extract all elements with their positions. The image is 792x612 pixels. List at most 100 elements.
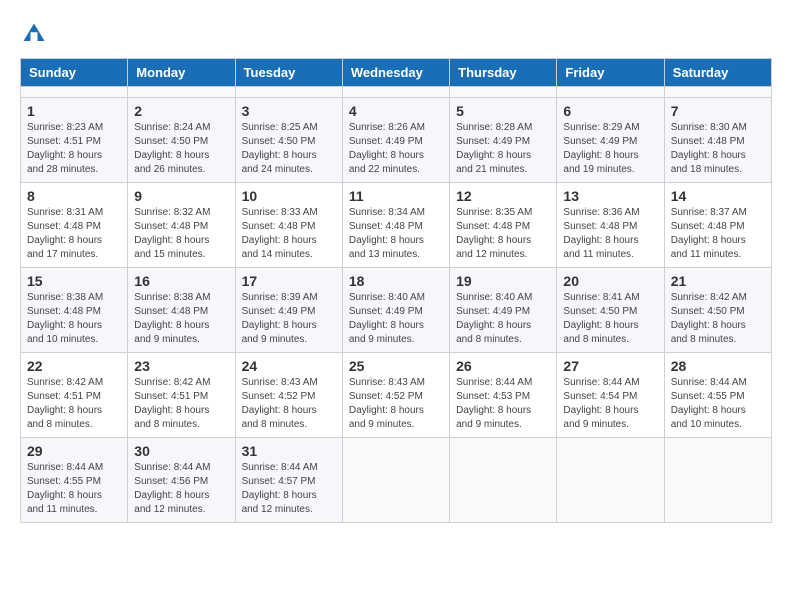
day-info: Sunrise: 8:36 AM Sunset: 4:48 PM Dayligh…	[563, 206, 657, 262]
calendar-cell	[235, 87, 342, 98]
calendar-cell	[557, 438, 664, 523]
day-info: Sunrise: 8:31 AM Sunset: 4:48 PM Dayligh…	[27, 206, 121, 262]
day-info: Sunrise: 8:24 AM Sunset: 4:50 PM Dayligh…	[134, 121, 228, 177]
day-of-week-header: Saturday	[664, 59, 771, 87]
calendar-week-row: 29 Sunrise: 8:44 AM Sunset: 4:55 PM Dayli…	[21, 438, 772, 523]
calendar-cell: 21 Sunrise: 8:42 AM Sunset: 4:50 PM Dayli…	[664, 268, 771, 353]
day-info: Sunrise: 8:40 AM Sunset: 4:49 PM Dayligh…	[349, 291, 443, 347]
calendar-cell	[342, 87, 449, 98]
calendar-cell	[664, 87, 771, 98]
calendar-cell: 15 Sunrise: 8:38 AM Sunset: 4:48 PM Dayli…	[21, 268, 128, 353]
calendar-cell: 29 Sunrise: 8:44 AM Sunset: 4:55 PM Dayli…	[21, 438, 128, 523]
day-info: Sunrise: 8:43 AM Sunset: 4:52 PM Dayligh…	[349, 376, 443, 432]
day-info: Sunrise: 8:37 AM Sunset: 4:48 PM Dayligh…	[671, 206, 765, 262]
day-info: Sunrise: 8:44 AM Sunset: 4:56 PM Dayligh…	[134, 461, 228, 517]
calendar-cell: 22 Sunrise: 8:42 AM Sunset: 4:51 PM Dayli…	[21, 353, 128, 438]
calendar-cell: 24Sunrise: 8:43 AM Sunset: 4:52 PM Dayli…	[235, 353, 342, 438]
calendar-cell: 25Sunrise: 8:43 AM Sunset: 4:52 PM Dayli…	[342, 353, 449, 438]
day-info: Sunrise: 8:38 AM Sunset: 4:48 PM Dayligh…	[27, 291, 121, 347]
calendar-cell: 2 Sunrise: 8:24 AM Sunset: 4:50 PM Daylig…	[128, 98, 235, 183]
calendar-week-row: 8 Sunrise: 8:31 AM Sunset: 4:48 PM Daylig…	[21, 183, 772, 268]
calendar-cell: 23Sunrise: 8:42 AM Sunset: 4:51 PM Dayli…	[128, 353, 235, 438]
day-number: 15	[27, 273, 121, 289]
day-info: Sunrise: 8:44 AM Sunset: 4:54 PM Dayligh…	[563, 376, 657, 432]
calendar-cell: 28 Sunrise: 8:44 AM Sunset: 4:55 PM Dayli…	[664, 353, 771, 438]
day-number: 10	[242, 188, 336, 204]
day-number: 27	[563, 358, 657, 374]
day-info: Sunrise: 8:32 AM Sunset: 4:48 PM Dayligh…	[134, 206, 228, 262]
day-info: Sunrise: 8:35 AM Sunset: 4:48 PM Dayligh…	[456, 206, 550, 262]
day-info: Sunrise: 8:33 AM Sunset: 4:48 PM Dayligh…	[242, 206, 336, 262]
day-number: 8	[27, 188, 121, 204]
day-number: 22	[27, 358, 121, 374]
day-info: Sunrise: 8:40 AM Sunset: 4:49 PM Dayligh…	[456, 291, 550, 347]
calendar-cell: 7Sunrise: 8:30 AM Sunset: 4:48 PM Daylig…	[664, 98, 771, 183]
day-info: Sunrise: 8:44 AM Sunset: 4:55 PM Dayligh…	[671, 376, 765, 432]
day-number: 6	[563, 103, 657, 119]
calendar-week-row: 15 Sunrise: 8:38 AM Sunset: 4:48 PM Dayli…	[21, 268, 772, 353]
day-number: 26	[456, 358, 550, 374]
calendar-cell: 10 Sunrise: 8:33 AM Sunset: 4:48 PM Dayli…	[235, 183, 342, 268]
day-of-week-header: Thursday	[450, 59, 557, 87]
calendar-table: SundayMondayTuesdayWednesdayThursdayFrid…	[20, 58, 772, 523]
day-info: Sunrise: 8:25 AM Sunset: 4:50 PM Dayligh…	[242, 121, 336, 177]
calendar-week-row: 1 Sunrise: 8:23 AM Sunset: 4:51 PM Daylig…	[21, 98, 772, 183]
day-info: Sunrise: 8:42 AM Sunset: 4:51 PM Dayligh…	[27, 376, 121, 432]
calendar-header-row: SundayMondayTuesdayWednesdayThursdayFrid…	[21, 59, 772, 87]
calendar-cell	[557, 87, 664, 98]
day-number: 28	[671, 358, 765, 374]
calendar-cell: 31 Sunrise: 8:44 AM Sunset: 4:57 PM Dayli…	[235, 438, 342, 523]
day-number: 29	[27, 443, 121, 459]
day-number: 1	[27, 103, 121, 119]
day-of-week-header: Tuesday	[235, 59, 342, 87]
day-info: Sunrise: 8:28 AM Sunset: 4:49 PM Dayligh…	[456, 121, 550, 177]
calendar-cell: 18 Sunrise: 8:40 AM Sunset: 4:49 PM Dayli…	[342, 268, 449, 353]
calendar-cell: 3 Sunrise: 8:25 AM Sunset: 4:50 PM Daylig…	[235, 98, 342, 183]
day-info: Sunrise: 8:39 AM Sunset: 4:49 PM Dayligh…	[242, 291, 336, 347]
day-info: Sunrise: 8:41 AM Sunset: 4:50 PM Dayligh…	[563, 291, 657, 347]
calendar-cell: 11Sunrise: 8:34 AM Sunset: 4:48 PM Dayli…	[342, 183, 449, 268]
day-number: 31	[242, 443, 336, 459]
day-info: Sunrise: 8:44 AM Sunset: 4:57 PM Dayligh…	[242, 461, 336, 517]
day-info: Sunrise: 8:44 AM Sunset: 4:55 PM Dayligh…	[27, 461, 121, 517]
day-number: 19	[456, 273, 550, 289]
calendar-cell: 27 Sunrise: 8:44 AM Sunset: 4:54 PM Dayli…	[557, 353, 664, 438]
page-header	[20, 20, 772, 48]
calendar-cell: 13Sunrise: 8:36 AM Sunset: 4:48 PM Dayli…	[557, 183, 664, 268]
day-number: 23	[134, 358, 228, 374]
calendar-cell	[450, 87, 557, 98]
calendar-cell	[664, 438, 771, 523]
day-number: 16	[134, 273, 228, 289]
day-info: Sunrise: 8:38 AM Sunset: 4:48 PM Dayligh…	[134, 291, 228, 347]
calendar-cell	[450, 438, 557, 523]
day-of-week-header: Monday	[128, 59, 235, 87]
day-number: 30	[134, 443, 228, 459]
calendar-week-row: 22 Sunrise: 8:42 AM Sunset: 4:51 PM Dayli…	[21, 353, 772, 438]
calendar-cell: 4 Sunrise: 8:26 AM Sunset: 4:49 PM Daylig…	[342, 98, 449, 183]
day-number: 24	[242, 358, 336, 374]
calendar-cell: 19 Sunrise: 8:40 AM Sunset: 4:49 PM Dayli…	[450, 268, 557, 353]
calendar-week-row	[21, 87, 772, 98]
day-number: 21	[671, 273, 765, 289]
day-of-week-header: Wednesday	[342, 59, 449, 87]
day-info: Sunrise: 8:23 AM Sunset: 4:51 PM Dayligh…	[27, 121, 121, 177]
day-number: 14	[671, 188, 765, 204]
calendar-cell: 17 Sunrise: 8:39 AM Sunset: 4:49 PM Dayli…	[235, 268, 342, 353]
calendar-cell: 16 Sunrise: 8:38 AM Sunset: 4:48 PM Dayli…	[128, 268, 235, 353]
day-number: 9	[134, 188, 228, 204]
day-number: 12	[456, 188, 550, 204]
calendar-cell: 14 Sunrise: 8:37 AM Sunset: 4:48 PM Dayli…	[664, 183, 771, 268]
calendar-cell	[21, 87, 128, 98]
day-info: Sunrise: 8:42 AM Sunset: 4:50 PM Dayligh…	[671, 291, 765, 347]
day-number: 7	[671, 103, 765, 119]
day-number: 18	[349, 273, 443, 289]
day-of-week-header: Sunday	[21, 59, 128, 87]
day-number: 17	[242, 273, 336, 289]
day-info: Sunrise: 8:26 AM Sunset: 4:49 PM Dayligh…	[349, 121, 443, 177]
calendar-cell: 9 Sunrise: 8:32 AM Sunset: 4:48 PM Daylig…	[128, 183, 235, 268]
day-number: 4	[349, 103, 443, 119]
calendar-cell: 20Sunrise: 8:41 AM Sunset: 4:50 PM Dayli…	[557, 268, 664, 353]
day-number: 3	[242, 103, 336, 119]
day-number: 2	[134, 103, 228, 119]
logo	[20, 20, 52, 48]
